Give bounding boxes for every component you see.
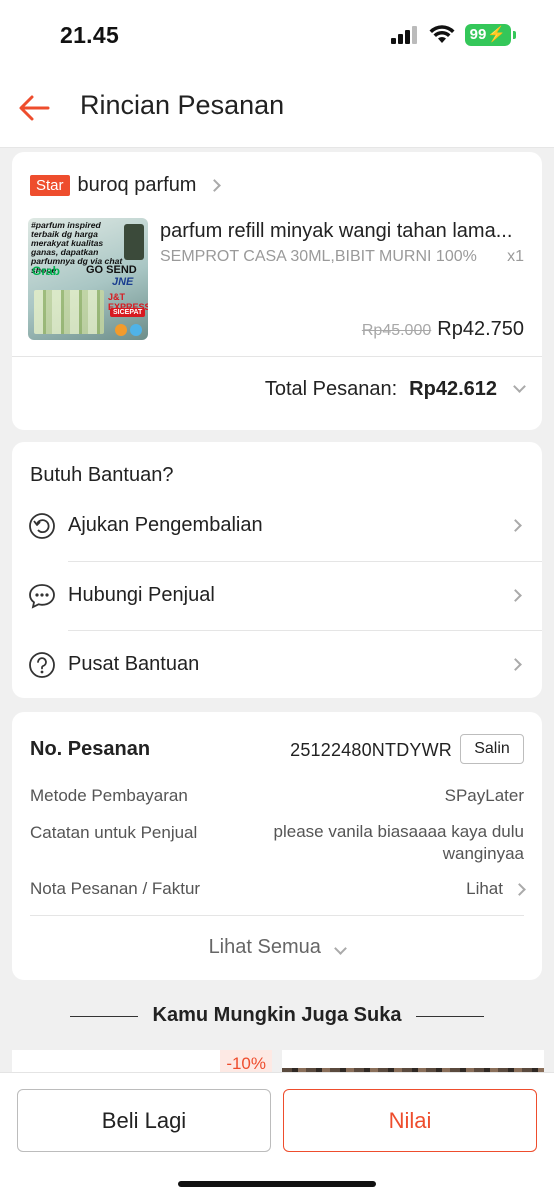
chevron-right-icon — [208, 179, 222, 192]
gosend-logo: GO SEND — [86, 264, 137, 276]
help-card: Butuh Bantuan? Ajukan Pengembalian Hubun… — [12, 442, 542, 698]
help-item-return[interactable]: Ajukan Pengembalian — [12, 492, 542, 560]
divider — [30, 915, 524, 916]
home-indicator — [178, 1181, 376, 1187]
charging-icon: ⚡ — [487, 26, 506, 43]
see-all-label: Lihat Semua — [208, 936, 321, 958]
rate-button[interactable]: Nilai — [283, 1089, 537, 1152]
thumbnail-badges — [115, 324, 142, 336]
price-final: Rp42.750 — [437, 318, 524, 340]
thumbnail-bottles — [34, 290, 104, 334]
battery-tip — [513, 31, 516, 39]
payment-method-value: SPayLater — [444, 786, 524, 805]
chevron-right-icon — [509, 589, 522, 602]
star-badge: Star — [30, 175, 70, 196]
buy-again-button[interactable]: Beli Lagi — [17, 1089, 271, 1152]
product-card: Star buroq parfum #parfum inspired terba… — [12, 152, 542, 430]
invoice-link-label: Lihat — [466, 879, 503, 898]
invoice-label: Nota Pesanan / Faktur — [30, 879, 201, 898]
sicepat-logo: SICEPAT — [110, 308, 146, 317]
help-item-help-center[interactable]: Pusat Bantuan — [12, 631, 542, 699]
help-title: Butuh Bantuan? — [30, 464, 174, 486]
help-item-chat[interactable]: Hubungi Penjual — [12, 562, 542, 630]
seller-note-label: Catatan untuk Penjual — [30, 823, 198, 842]
copy-button[interactable]: Salin — [460, 734, 524, 764]
product-thumbnail[interactable]: #parfum inspired terbaik dg harga meraky… — [28, 218, 148, 340]
battery-level: 99 — [469, 26, 487, 43]
help-item-label: Hubungi Penjual — [68, 584, 215, 606]
status-bar: 21.45 99 ⚡ — [0, 0, 554, 72]
order-total-row[interactable]: Total Pesanan: Rp42.612 — [264, 378, 526, 401]
chevron-right-icon — [509, 519, 522, 532]
shop-name[interactable]: buroq parfum — [78, 174, 197, 197]
chat-icon — [29, 584, 55, 609]
app-header: Rincian Pesanan — [0, 72, 554, 148]
bottom-action-bar: Beli Lagi Nilai — [0, 1072, 554, 1200]
chevron-down-icon[interactable] — [513, 380, 526, 393]
shop-row[interactable]: Star buroq parfum — [30, 174, 222, 197]
product-quantity: x1 — [507, 248, 524, 265]
price-original: Rp45.000 — [361, 322, 432, 339]
page-title: Rincian Pesanan — [80, 90, 285, 120]
order-number-label: No. Pesanan — [30, 738, 151, 760]
signal-icon — [390, 26, 417, 44]
arrow-left-icon[interactable] — [16, 90, 52, 126]
battery-icon: 99 ⚡ — [464, 24, 511, 46]
chevron-down-icon — [334, 942, 348, 955]
chevron-right-icon — [513, 882, 526, 896]
wifi-icon — [429, 25, 455, 43]
recommendations-header: Kamu Mungkin Juga Suka — [0, 1002, 554, 1030]
total-value: Rp42.612 — [409, 378, 497, 400]
invoice-link[interactable]: Lihat — [466, 879, 526, 899]
product-title[interactable]: parfum refill minyak wangi tahan lama... — [160, 220, 530, 243]
help-item-label: Pusat Bantuan — [68, 653, 200, 675]
thumbnail-person — [124, 224, 144, 260]
grab-logo: Grab — [32, 264, 61, 278]
total-label: Total Pesanan: — [264, 378, 398, 400]
chevron-right-icon — [509, 658, 522, 671]
order-info-card: No. Pesanan 25122480NTDYWR Salin Metode … — [12, 712, 542, 980]
product-variant: SEMPROT CASA 30ML,BIBIT MURNI 100% — [160, 248, 477, 265]
status-time: 21.45 — [60, 22, 120, 48]
jne-logo: JNE — [112, 276, 134, 288]
help-icon — [29, 652, 55, 678]
divider — [12, 356, 542, 357]
see-all-button[interactable]: Lihat Semua — [12, 936, 542, 959]
status-icons: 99 ⚡ — [390, 24, 516, 46]
price-row: Rp45.000 Rp42.750 — [362, 318, 524, 341]
seller-note-value: please vanila biasaaaa kaya dulu wanginy… — [273, 822, 524, 863]
help-item-label: Ajukan Pengembalian — [68, 514, 263, 536]
payment-method-label: Metode Pembayaran — [30, 786, 188, 805]
return-icon — [29, 513, 55, 539]
order-number: 25122480NTDYWR — [290, 740, 452, 760]
divider-right — [416, 1016, 484, 1017]
